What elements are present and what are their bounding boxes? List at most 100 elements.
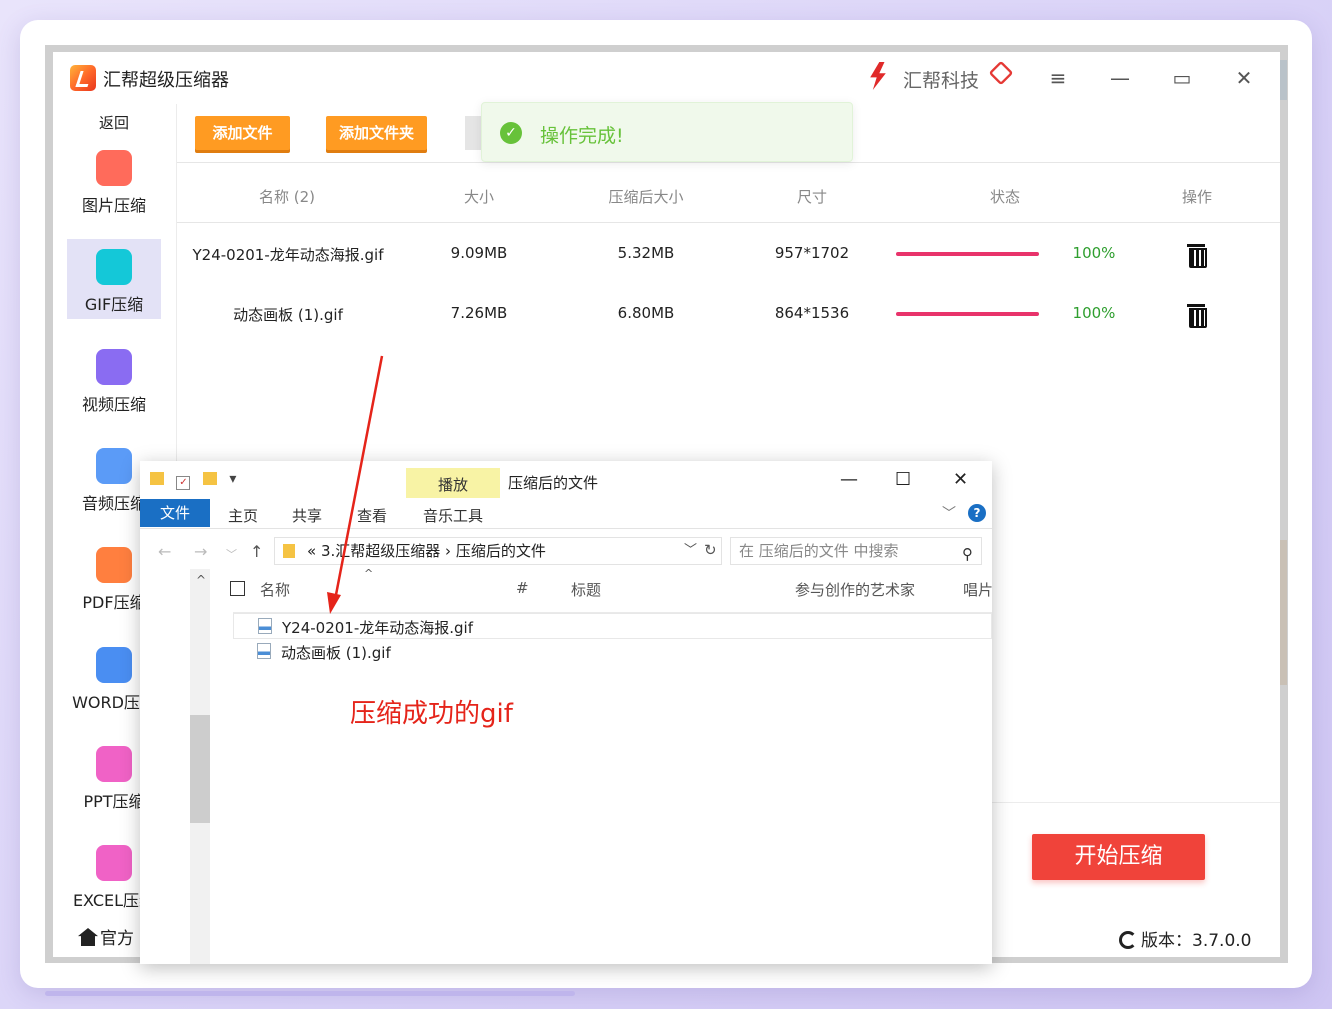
success-toast: ✓ 操作完成!	[481, 102, 853, 162]
video-icon	[96, 349, 132, 385]
check-circle-icon: ✓	[500, 122, 522, 144]
address-overflow[interactable]: «	[307, 542, 316, 560]
breadcrumb-parent[interactable]: 3.汇帮超级压缩器	[321, 542, 440, 560]
menu-icon[interactable]: ≡	[1043, 64, 1073, 92]
quick-access-toolbar: ✓ ▾	[150, 471, 236, 490]
sidebar-item-label: 视频压缩	[81, 395, 146, 414]
file-name: 动态画板 (1).gif	[233, 306, 343, 324]
column-name[interactable]: 名称	[260, 579, 290, 600]
select-all-checkbox[interactable]	[230, 581, 245, 596]
add-folder-button[interactable]: 添加文件夹	[326, 116, 427, 150]
progress-percent: 100%	[1072, 304, 1116, 322]
search-icon[interactable]: ⚲	[962, 541, 973, 567]
ppt-icon	[96, 746, 132, 782]
refresh-icon[interactable]	[1119, 931, 1137, 949]
excel-icon	[96, 845, 132, 881]
tab-music-tools[interactable]: 音乐工具	[423, 505, 483, 526]
scroll-up-icon[interactable]: ^	[196, 573, 206, 587]
explorer-refresh-icon[interactable]: ↻	[704, 541, 717, 559]
address-bar[interactable]: « 3.汇帮超级压缩器 › 压缩后的文件 ﹀	[274, 537, 722, 565]
back-arrow-icon[interactable]: ←	[158, 542, 171, 561]
help-icon[interactable]: ?	[968, 504, 986, 522]
sidebar-item-image[interactable]: 图片压缩	[67, 140, 161, 220]
back-link[interactable]: 返回	[99, 112, 129, 133]
explorer-minimize-icon[interactable]: —	[840, 469, 858, 490]
column-album[interactable]: 唱片	[963, 579, 992, 600]
forward-arrow-icon[interactable]: →	[194, 542, 207, 561]
file-explorer-window: ✓ ▾ 播放 压缩后的文件 — ☐ ✕ 文件 主页 共享 查看 音乐工具 ﹀ ?…	[140, 461, 992, 964]
explorer-file-name: 动态画板 (1).gif	[281, 644, 391, 662]
tab-play[interactable]: 播放	[406, 468, 500, 498]
breadcrumb-current[interactable]: 压缩后的文件	[456, 542, 546, 560]
compressed-size: 5.32MB	[617, 244, 675, 262]
explorer-file-name: Y24-0201-龙年动态海报.gif	[282, 619, 473, 637]
header-dimensions: 尺寸	[796, 188, 827, 206]
file-dimensions: 957*1702	[774, 244, 850, 262]
new-folder-icon[interactable]	[202, 472, 217, 485]
tab-view[interactable]: 查看	[357, 505, 387, 526]
column-title[interactable]: 标题	[571, 579, 601, 600]
recent-chevron-icon[interactable]: ﹀	[226, 546, 237, 562]
search-placeholder: 在 压缩后的文件 中搜索	[739, 542, 899, 560]
up-arrow-icon[interactable]: ↑	[250, 542, 263, 561]
header-size: 大小	[463, 188, 494, 206]
address-folder-icon	[283, 544, 295, 558]
column-number[interactable]: #	[516, 579, 529, 597]
file-size: 9.09MB	[450, 244, 508, 262]
file-name: Y24-0201-龙年动态海报.gif	[192, 246, 384, 264]
scrollbar-thumb[interactable]	[190, 715, 210, 823]
tab-home[interactable]: 主页	[228, 505, 258, 526]
explorer-maximize-icon[interactable]: ☐	[895, 469, 911, 490]
progress-percent: 100%	[1072, 244, 1116, 262]
version-info: 版本：3.7.0.0	[1119, 926, 1251, 951]
app-title: 汇帮超级压缩器	[103, 70, 229, 91]
sidebar-item-gif[interactable]: GIF压缩	[67, 239, 161, 319]
close-icon[interactable]: ✕	[1229, 64, 1259, 92]
progress-bar	[896, 312, 1039, 316]
table-header-divider	[177, 222, 1280, 223]
trash-icon[interactable]	[1187, 242, 1207, 268]
annotation-note: 压缩成功的gif	[350, 699, 513, 729]
tab-share[interactable]: 共享	[292, 505, 322, 526]
sort-caret-icon: ^	[364, 567, 374, 580]
heart-icon[interactable]	[988, 60, 1014, 86]
folder-icon[interactable]	[150, 472, 164, 485]
list-item[interactable]: 动态画板 (1).gif	[233, 639, 992, 665]
gif-file-icon	[257, 643, 271, 659]
header-status: 状态	[989, 188, 1020, 206]
start-compress-button[interactable]: 开始压缩	[1032, 834, 1205, 880]
header-actions: 操作	[1181, 188, 1212, 206]
tab-file[interactable]: 文件	[140, 499, 210, 527]
pdf-icon	[96, 547, 132, 583]
properties-icon[interactable]: ✓	[176, 476, 191, 490]
toast-message: 操作完成!	[540, 125, 624, 147]
toolbar-divider	[177, 162, 1280, 163]
image-icon	[96, 150, 132, 186]
explorer-close-icon[interactable]: ✕	[953, 469, 968, 490]
official-site-link[interactable]: 官方	[78, 924, 134, 949]
trash-icon[interactable]	[1187, 302, 1207, 328]
sidebar-item-video[interactable]: 视频压缩	[67, 339, 161, 419]
file-size: 7.26MB	[450, 304, 508, 322]
gif-icon	[96, 249, 132, 285]
brand-name: 汇帮科技	[903, 70, 980, 92]
qat-dropdown-icon[interactable]: ▾	[229, 471, 236, 487]
maximize-icon[interactable]: ▭	[1167, 64, 1197, 92]
ribbon-divider	[140, 528, 992, 529]
list-item[interactable]: Y24-0201-龙年动态海报.gif	[233, 613, 992, 639]
search-input[interactable]: 在 压缩后的文件 中搜索 ⚲	[730, 537, 982, 565]
brand-lightning-icon	[870, 62, 886, 90]
minimize-icon[interactable]: —	[1105, 64, 1135, 92]
ribbon-expand-icon[interactable]: ﹀	[942, 503, 956, 523]
header-compressed-size: 压缩后大小	[608, 188, 684, 206]
compressed-size: 6.80MB	[617, 304, 675, 322]
file-dimensions: 864*1536	[774, 304, 850, 322]
app-logo-icon	[70, 65, 96, 91]
add-file-button[interactable]: 添加文件	[195, 116, 290, 150]
address-dropdown-icon[interactable]: ﹀	[684, 538, 697, 564]
word-icon	[96, 647, 132, 683]
column-artist[interactable]: 参与创作的艺术家	[795, 579, 915, 600]
progress-bar	[896, 252, 1039, 256]
scroll-indicator[interactable]	[45, 991, 575, 996]
header-name: 名称 (2)	[258, 188, 316, 206]
